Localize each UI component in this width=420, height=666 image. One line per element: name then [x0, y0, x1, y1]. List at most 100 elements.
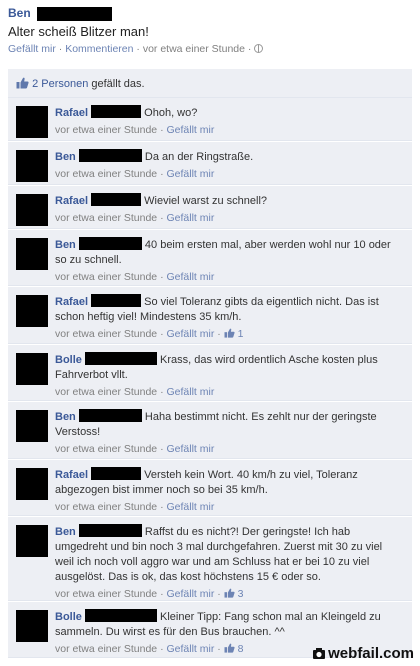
comment-like-count[interactable]: 3	[238, 588, 244, 600]
redacted-name	[91, 105, 142, 118]
comment-author[interactable]: Rafael	[55, 107, 88, 119]
comment: Rafael Wieviel warst zu schnell? vor etw…	[8, 186, 412, 229]
separator: ·	[160, 443, 164, 455]
comment: Bolle Krass, das wird ordentlich Asche k…	[8, 345, 412, 401]
avatar[interactable]	[16, 194, 48, 226]
post-like-link[interactable]: Gefällt mir	[8, 43, 56, 55]
comment-section: 2 Personen gefällt das.	[8, 69, 412, 98]
comment-author[interactable]: Rafael	[55, 469, 88, 481]
redacted-name	[36, 7, 112, 22]
camera-icon	[313, 648, 326, 659]
comment-time: vor etwa einer Stunde	[55, 501, 158, 513]
separator: ·	[160, 386, 164, 398]
comment: Rafael Ohoh, wo? vor etwa einer Stunde ·…	[8, 98, 412, 141]
comment-author[interactable]: Ben	[55, 151, 76, 163]
comment: Ben 40 beim ersten mal, aber werden wohl…	[8, 230, 412, 286]
comment-body: Ben Haha bestimmt nicht. Es zehlt nur de…	[55, 409, 404, 457]
comment-text: Wieviel warst zu schnell?	[144, 195, 268, 207]
separator: ·	[136, 43, 140, 56]
post-time: vor etwa einer Stunde	[142, 43, 245, 56]
separator: ·	[217, 643, 221, 655]
comment: Ben Raffst du es nicht?! Der geringste! …	[8, 517, 412, 601]
comment-author[interactable]: Bolle	[55, 611, 82, 623]
comment-body: Rafael Versteh kein Wort. 40 km/h zu vie…	[55, 467, 404, 515]
comment-body: Rafael So viel Toleranz gibts da eigentl…	[55, 294, 404, 342]
comment: Rafael So viel Toleranz gibts da eigentl…	[8, 287, 412, 344]
comment-like-link[interactable]: Gefällt mir	[167, 168, 215, 180]
status-post: Ben Alter scheiß Blitzer man! Gefällt mi…	[0, 0, 420, 55]
avatar[interactable]	[16, 353, 48, 385]
redacted-name	[78, 409, 142, 422]
post-author[interactable]: Ben	[8, 6, 31, 20]
comment-time: vor etwa einer Stunde	[55, 443, 158, 455]
separator: ·	[217, 328, 221, 340]
comment-author[interactable]: Ben	[55, 526, 76, 538]
redacted-name	[91, 467, 142, 480]
comment-like-count[interactable]: 8	[238, 643, 244, 655]
comment-like-link[interactable]: Gefällt mir	[167, 212, 215, 224]
separator: ·	[160, 124, 164, 136]
comment-author[interactable]: Bolle	[55, 354, 82, 366]
avatar[interactable]	[16, 150, 48, 182]
comment-like-link[interactable]: Gefällt mir	[167, 643, 215, 655]
likes-bar: 2 Personen gefällt das.	[8, 69, 412, 98]
comment-like-count[interactable]: 1	[238, 328, 244, 340]
separator: ·	[160, 643, 164, 655]
thumbs-up-icon	[224, 588, 235, 598]
separator: ·	[217, 588, 221, 600]
comment-body: Rafael Ohoh, wo? vor etwa einer Stunde ·…	[55, 105, 404, 138]
comment-like-link[interactable]: Gefällt mir	[167, 124, 215, 136]
separator: ·	[160, 271, 164, 283]
likes-count-link[interactable]: 2 Personen	[32, 78, 88, 90]
post-meta: Gefällt mir · Kommentieren · vor etwa ei…	[8, 43, 412, 55]
comment-author[interactable]: Ben	[55, 239, 76, 251]
comment-time: vor etwa einer Stunde	[55, 124, 158, 136]
avatar[interactable]	[16, 238, 48, 270]
comment-text: Ohoh, wo?	[144, 107, 198, 119]
comment-like-link[interactable]: Gefällt mir	[167, 588, 215, 600]
comment-author[interactable]: Rafael	[55, 296, 88, 308]
comment-text: Da an der Ringstraße.	[144, 151, 254, 163]
watermark: webfail.com	[312, 645, 414, 662]
comment-meta: vor etwa einer Stunde · Gefällt mir	[55, 270, 404, 285]
comment-like-link[interactable]: Gefällt mir	[167, 271, 215, 283]
avatar[interactable]	[16, 295, 48, 327]
comment-meta: vor etwa einer Stunde · Gefällt mir	[55, 211, 404, 226]
redacted-name	[84, 609, 157, 622]
comment-time: vor etwa einer Stunde	[55, 386, 158, 398]
separator: ·	[160, 588, 164, 600]
redacted-name	[91, 294, 142, 307]
comment-author[interactable]: Ben	[55, 411, 76, 423]
avatar[interactable]	[16, 106, 48, 138]
post-comment-link[interactable]: Kommentieren	[65, 43, 133, 55]
separator: ·	[247, 43, 252, 56]
comment-like-link[interactable]: Gefällt mir	[167, 386, 215, 398]
avatar[interactable]	[16, 610, 48, 642]
comment-time: vor etwa einer Stunde	[55, 643, 158, 655]
comment-like-link[interactable]: Gefällt mir	[167, 501, 215, 513]
avatar[interactable]	[16, 410, 48, 442]
separator: ·	[160, 328, 164, 340]
comment-meta: vor etwa einer Stunde · Gefällt mir	[55, 123, 404, 138]
redacted-name	[91, 193, 142, 206]
post-text: Alter scheiß Blitzer man!	[8, 24, 149, 40]
avatar[interactable]	[16, 468, 48, 500]
separator: ·	[58, 43, 63, 56]
thumbs-up-icon	[224, 328, 235, 338]
comment-author[interactable]: Rafael	[55, 195, 88, 207]
comment-time: vor etwa einer Stunde	[55, 168, 158, 180]
comment-body: Bolle Krass, das wird ordentlich Asche k…	[55, 352, 404, 400]
separator: ·	[160, 168, 164, 180]
comment-time: vor etwa einer Stunde	[55, 212, 158, 224]
comment-body: Ben Da an der Ringstraße. vor etwa einer…	[55, 149, 404, 182]
comment-meta: vor etwa einer Stunde · Gefällt mir	[55, 385, 404, 400]
thumbs-up-icon	[16, 77, 29, 89]
comment-like-link[interactable]: Gefällt mir	[167, 443, 215, 455]
globe-icon	[254, 44, 264, 54]
comment-time: vor etwa einer Stunde	[55, 588, 158, 600]
comment-body: Ben 40 beim ersten mal, aber werden wohl…	[55, 237, 404, 285]
comment: Ben Haha bestimmt nicht. Es zehlt nur de…	[8, 402, 412, 459]
comment-body: Rafael Wieviel warst zu schnell? vor etw…	[55, 193, 404, 226]
comment-like-link[interactable]: Gefällt mir	[167, 328, 215, 340]
avatar[interactable]	[16, 525, 48, 557]
